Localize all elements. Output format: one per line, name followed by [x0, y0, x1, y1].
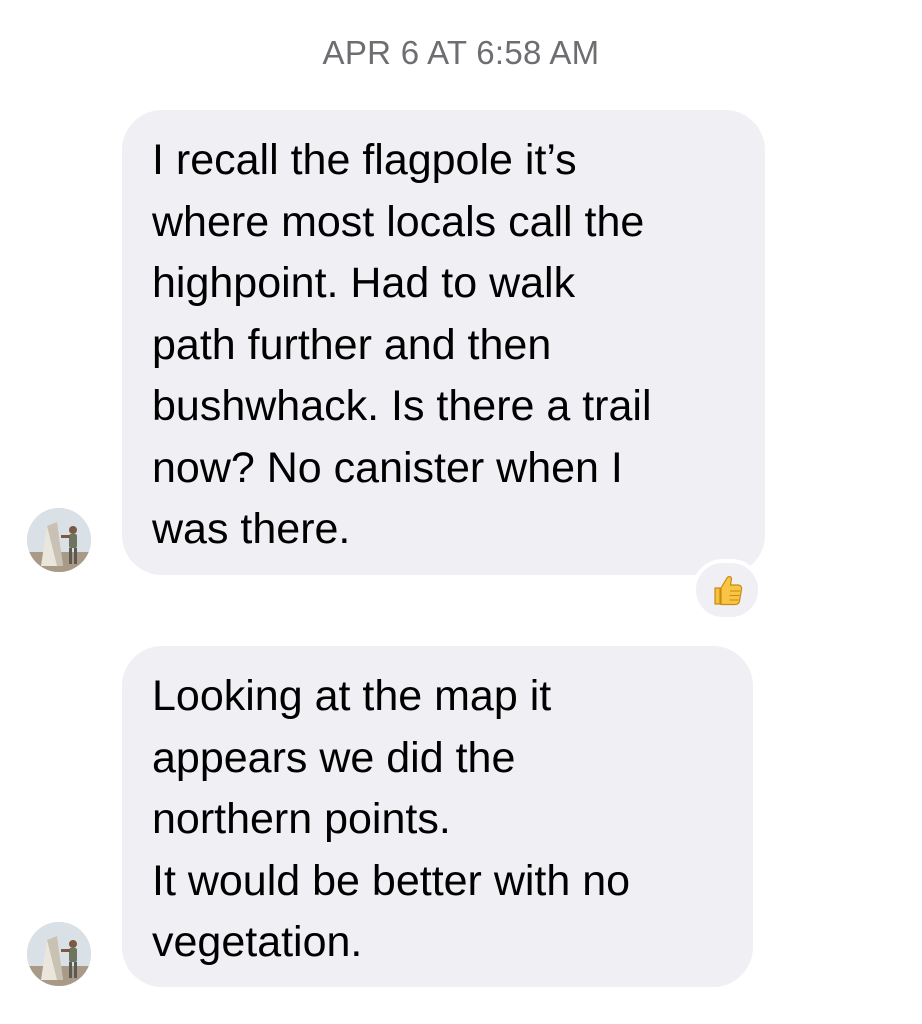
thumbs-up-icon	[714, 575, 743, 606]
sender-avatar[interactable]	[27, 922, 91, 986]
message-bubble[interactable]: I recall the flagpole it’s where most lo…	[122, 110, 765, 575]
message-timestamp: APR 6 AT 6:58 AM	[322, 34, 600, 71]
sender-avatar[interactable]	[27, 508, 91, 572]
message-bubble[interactable]: Looking at the map it appears we did the…	[122, 646, 753, 987]
person-at-monument-avatar	[27, 508, 91, 572]
person-at-monument-avatar	[27, 922, 91, 986]
reaction-badge[interactable]	[692, 559, 762, 621]
